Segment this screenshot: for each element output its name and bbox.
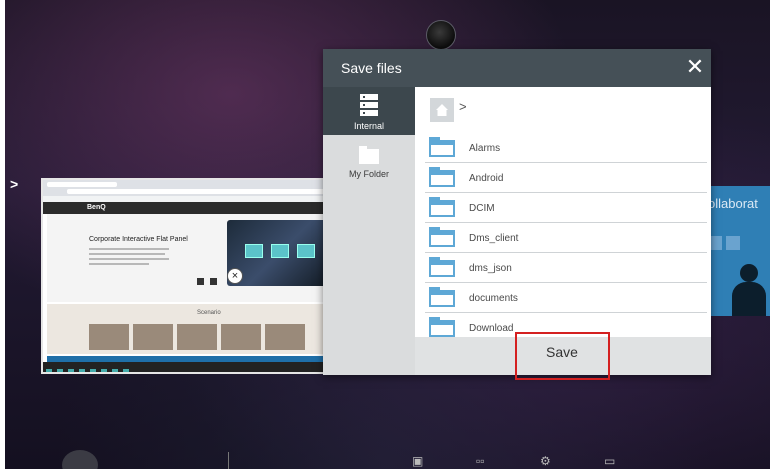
save-button[interactable]: Save xyxy=(515,337,609,385)
list-item[interactable]: Download xyxy=(425,313,707,339)
side-expand-arrow[interactable]: > xyxy=(10,176,18,192)
folder-icon xyxy=(429,137,455,157)
scenario-images xyxy=(89,324,309,355)
hero-title: Corporate Interactive Flat Panel xyxy=(89,236,188,243)
list-item[interactable]: Dms_client xyxy=(425,223,707,253)
list-item[interactable]: DCIM xyxy=(425,193,707,223)
folder-icon xyxy=(429,227,455,247)
folder-icon xyxy=(429,317,455,337)
list-item[interactable]: documents xyxy=(425,283,707,313)
collaboration-text: ollaborat xyxy=(708,196,758,211)
folder-name: Download xyxy=(469,323,514,334)
site-logo: BenQ xyxy=(87,204,106,211)
folder-name: dms_json xyxy=(469,263,512,274)
dialog-title: Save files xyxy=(341,60,402,76)
home-button[interactable] xyxy=(430,98,454,122)
folder-list[interactable]: Alarms Android DCIM Dms_client dms_json … xyxy=(415,133,711,339)
dialog-header: Save files ✕ xyxy=(323,49,711,87)
save-files-dialog: Save files ✕ Internal My Folder > Alarms xyxy=(323,49,711,375)
close-icon[interactable]: ✕ xyxy=(685,56,705,78)
folder-name: documents xyxy=(469,293,518,304)
bottom-toolbar: ▣ ▫▫ ⚙ ▭ xyxy=(0,440,770,469)
chevron-right-icon: > xyxy=(459,99,467,114)
card-tiles xyxy=(708,236,744,255)
folder-icon xyxy=(429,197,455,217)
folder-icon xyxy=(429,167,455,187)
screen-icon[interactable]: ▭ xyxy=(604,454,615,468)
folder-name: Dms_client xyxy=(469,233,519,244)
sidebar-item-internal[interactable]: Internal xyxy=(323,87,415,135)
browser-tab xyxy=(47,182,117,187)
upload-icon[interactable]: ▣ xyxy=(412,454,423,468)
save-bar: Save xyxy=(415,337,711,375)
address-bar xyxy=(67,189,337,194)
sidebar-item-label: My Folder xyxy=(348,169,389,179)
screen-edge xyxy=(0,0,5,469)
hero-icons xyxy=(197,272,223,290)
folder-name: DCIM xyxy=(469,203,495,214)
save-button-label: Save xyxy=(546,344,578,360)
server-icon xyxy=(360,94,378,116)
scenario-label: Scenario xyxy=(197,310,221,316)
folder-name: Android xyxy=(469,173,504,184)
folder-icon xyxy=(359,146,379,164)
folder-icon xyxy=(429,257,455,277)
close-circle-icon: × xyxy=(227,268,243,284)
list-item[interactable]: dms_json xyxy=(425,253,707,283)
list-item[interactable]: Alarms xyxy=(425,133,707,163)
sidebar-item-my-folder[interactable]: My Folder xyxy=(323,135,415,183)
apps-grid-icon[interactable]: ▫▫ xyxy=(476,454,485,468)
sidebar-item-label: Internal xyxy=(353,121,385,131)
toolbar-divider xyxy=(228,452,229,469)
microphone-icon[interactable] xyxy=(62,450,98,469)
settings-icon[interactable]: ⚙ xyxy=(540,454,551,468)
breadcrumb: > xyxy=(415,87,711,131)
folder-name: Alarms xyxy=(469,143,501,154)
person-icon xyxy=(732,264,766,316)
hero-text-lines xyxy=(89,248,169,268)
storage-sidebar: Internal My Folder xyxy=(323,87,415,375)
top-handle-button[interactable] xyxy=(426,20,456,50)
folder-icon xyxy=(429,287,455,307)
home-icon xyxy=(436,104,448,116)
list-item[interactable]: Android xyxy=(425,163,707,193)
file-browser-pane: > Alarms Android DCIM Dms_client dms_jso… xyxy=(415,87,711,375)
